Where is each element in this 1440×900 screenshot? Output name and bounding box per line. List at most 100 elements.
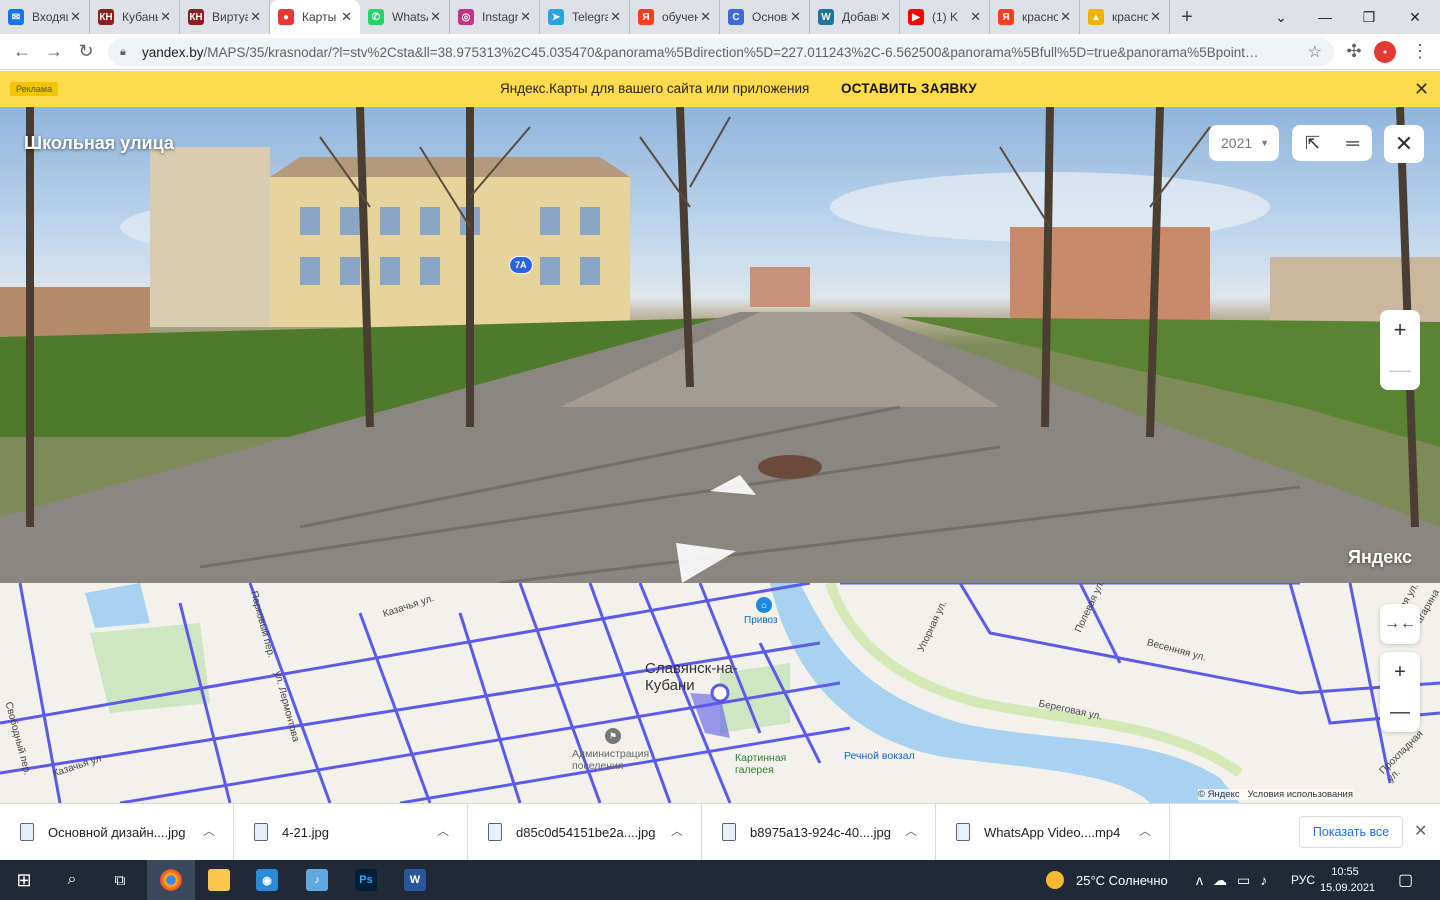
lock-icon: 🔒︎ (120, 46, 126, 58)
download-item[interactable]: WhatsApp Video....mp4 ︿ (936, 803, 1170, 861)
bookmark-star-icon[interactable]: ☆ (1308, 42, 1322, 62)
browser-tab[interactable]: КН Виртуальный✕ (180, 0, 270, 34)
chevron-up-icon[interactable]: ︿ (1139, 822, 1151, 839)
tab-title: Telegram (572, 10, 608, 24)
browser-tab[interactable]: Якраснодар✕ (990, 0, 1080, 34)
zoom-in-icon[interactable]: + (1394, 317, 1407, 343)
extensions-icon[interactable]: ✣ (1338, 36, 1370, 68)
photoshop-taskbar-app[interactable]: Ps (342, 860, 390, 900)
chevron-up-icon[interactable]: ︿ (905, 822, 917, 839)
ad-text[interactable]: Яндекс.Карты для вашего сайта или прилож… (500, 81, 809, 96)
sun-icon (1046, 871, 1064, 889)
map-zoom-out-icon[interactable]: — (1390, 701, 1410, 724)
explorer-taskbar-app[interactable] (195, 860, 243, 900)
search-button[interactable]: ⌕ (48, 860, 96, 900)
share-icon[interactable]: ⇱ (1305, 133, 1320, 154)
volume-icon[interactable]: ♪ (1260, 872, 1267, 888)
close-tab-icon[interactable]: ✕ (430, 9, 441, 25)
minimize-icon[interactable]: — (1303, 0, 1347, 34)
tab-title: (1) K (932, 10, 959, 24)
chrome-icon (160, 869, 182, 891)
download-filename: d85c0d54151be2a....jpg (516, 824, 656, 840)
browser-tab[interactable]: C Основы✕ (720, 0, 810, 34)
browser-tab[interactable]: Яобучение✕ (630, 0, 720, 34)
browser-tab[interactable]: ▲ краснодар✕ (1080, 0, 1170, 34)
browser-tab[interactable]: ✉ Входящие✕ (0, 0, 90, 34)
profile-avatar[interactable]: ● (1374, 41, 1396, 63)
reload-icon[interactable]: ↻ (70, 36, 102, 68)
tab-title: обучение (662, 10, 698, 24)
restore-icon[interactable]: ❐ (1347, 0, 1391, 34)
collapse-map-button[interactable]: →← (1380, 604, 1420, 644)
cloud-icon[interactable]: ☁︎ (1213, 872, 1227, 889)
toggle-layout-icon[interactable]: ═ (1346, 133, 1359, 154)
weather-widget[interactable]: 25°C Солнечно (1046, 860, 1168, 900)
house-number-label[interactable]: 7А (509, 256, 533, 274)
download-item[interactable]: b8975a13-924c-40....jpg ︿ (702, 803, 936, 861)
download-item[interactable]: Основной дизайн....jpg ︿ (0, 803, 234, 861)
search-icon: ⌕ (67, 871, 77, 888)
close-tab-icon[interactable]: ✕ (970, 9, 981, 25)
language-text: РУС (1291, 873, 1316, 887)
copyright-text[interactable]: © Яндекс (1198, 789, 1240, 800)
forward-icon[interactable]: → (38, 36, 70, 68)
browser-tab[interactable]: ● Карты ✕ (270, 0, 360, 34)
street-panorama[interactable]: Школьная улица 7А 2021 ▼ ⇱ ═ ✕ + — Яндек… (0, 107, 1440, 583)
close-tab-icon[interactable]: ✕ (610, 9, 621, 25)
close-tab-icon[interactable]: ✕ (341, 9, 352, 25)
people-icon[interactable]: ᴧ (1196, 872, 1203, 888)
download-shelf: Основной дизайн....jpg ︿ 4-21.jpg ︿ d85c0d54… (0, 803, 1440, 861)
close-tab-icon[interactable]: ✕ (250, 9, 261, 25)
notification-icon[interactable]: ▢ (1398, 860, 1413, 900)
close-download-shelf-icon[interactable]: ✕ (1414, 821, 1427, 841)
start-button[interactable]: ⊞ (0, 860, 48, 900)
close-tab-icon[interactable]: ✕ (70, 9, 81, 25)
music-app-icon: ♪ (306, 869, 328, 891)
map-pin-icon: ● (278, 9, 294, 25)
url-field[interactable]: 🔒︎ yandex.by/MAPS/35/krasnodar/?l=stv%2C… (108, 38, 1334, 66)
map-zoom-in-icon[interactable]: + (1394, 661, 1406, 684)
close-tab-icon[interactable]: ✕ (790, 9, 801, 25)
year-selector[interactable]: 2021 ▼ (1209, 125, 1279, 161)
terms-link[interactable]: Условия использования (1248, 789, 1353, 800)
word-taskbar-app[interactable]: W (391, 860, 439, 900)
browser-tab[interactable]: ▶ (1) K ✕ (900, 0, 990, 34)
administration-poi-icon[interactable]: ⚑ (605, 728, 621, 744)
music-taskbar-app[interactable]: ♪ (293, 860, 341, 900)
new-tab-button[interactable]: + (1170, 0, 1204, 34)
browser-tab[interactable]: ➤ Telegram✕ (540, 0, 630, 34)
ad-close-icon[interactable]: ✕ (1414, 79, 1429, 100)
chevron-up-icon[interactable]: ︿ (437, 822, 449, 839)
ad-cta-button[interactable]: ОСТАВИТЬ ЗАЯВКУ (841, 81, 977, 96)
mini-map[interactable]: Казачья ул. Парковый пер. ул. Лермонтова… (0, 583, 1440, 803)
language-indicator[interactable]: РУС (1291, 860, 1315, 900)
close-tab-icon[interactable]: ✕ (160, 9, 171, 25)
close-tab-icon[interactable]: ✕ (1150, 9, 1161, 25)
browser-tab[interactable]: W Добавить✕ (810, 0, 900, 34)
battery-icon[interactable]: ▭ (1237, 872, 1250, 889)
back-icon[interactable]: ← (6, 36, 38, 68)
browser-tab[interactable]: КН Кубань ✕ (90, 0, 180, 34)
browser-tab[interactable]: ✆ WhatsApp✕ (360, 0, 450, 34)
zoom-out-icon[interactable]: — (1389, 357, 1411, 383)
tab-search-icon[interactable]: ⌄ (1259, 0, 1303, 34)
show-all-downloads-button[interactable]: Показать все (1299, 816, 1403, 848)
close-tab-icon[interactable]: ✕ (700, 9, 711, 25)
panorama-close-button[interactable]: ✕ (1384, 125, 1424, 163)
close-tab-icon[interactable]: ✕ (880, 9, 891, 25)
network-taskbar-app[interactable]: ◉ (243, 860, 291, 900)
download-item[interactable]: 4-21.jpg ︿ (234, 803, 468, 861)
browser-tab[interactable]: ◎ Instagram✕ (450, 0, 540, 34)
market-poi-icon[interactable]: ⌂ (756, 597, 772, 613)
download-item[interactable]: d85c0d54151be2a....jpg ︿ (468, 803, 702, 861)
chevron-up-icon[interactable]: ︿ (203, 822, 215, 839)
chrome-taskbar-app[interactable] (147, 860, 195, 900)
clock[interactable]: 10:55 15.09.2021 (1320, 864, 1376, 896)
close-tab-icon[interactable]: ✕ (520, 9, 531, 25)
chevron-up-icon[interactable]: ︿ (671, 822, 683, 839)
close-window-icon[interactable]: ✕ (1393, 0, 1437, 34)
task-view-button[interactable]: ⧉ (96, 860, 144, 900)
menu-dots-icon[interactable]: ⋮ (1404, 36, 1436, 68)
clock-date: 15.09.2021 (1320, 882, 1376, 894)
close-tab-icon[interactable]: ✕ (1060, 9, 1071, 25)
